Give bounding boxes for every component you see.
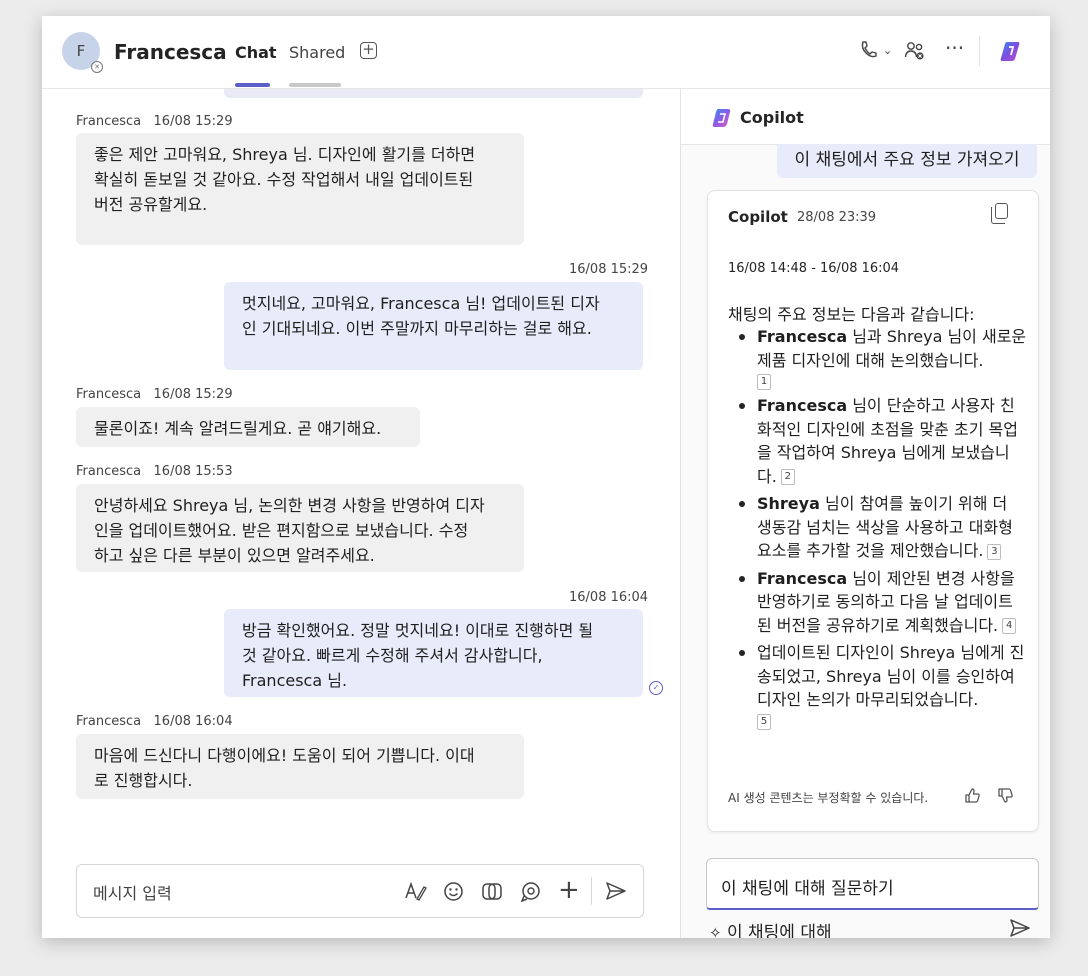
summary-point-text: 업데이트된 디자인이 Shreya 님에게 진송되었고, Shreya 님이 이… (757, 643, 1025, 709)
response-author: Copilot (728, 208, 788, 226)
summary-point-name: Francesca (757, 568, 848, 588)
ai-disclaimer: AI 생성 콘텐츠는 부정확할 수 있습니다. (728, 791, 929, 805)
message-bubble[interactable]: 마음에 드신다니 다행이에요! 도움이 되어 기쁩니다. 이대 로 진행합시다. (76, 734, 524, 799)
thumbs-down-icon[interactable] (997, 787, 1014, 804)
prompt-suggestion-label: 이 채팅에 대해 (726, 923, 832, 938)
tab-shared[interactable]: Shared (289, 43, 345, 62)
message-composer[interactable]: 메시지 입력 + (76, 864, 644, 918)
response-date-range: 16/08 14:48 - 16/08 16:04 (728, 261, 900, 276)
sticker-icon[interactable] (481, 881, 503, 902)
copilot-header: Copilot (681, 88, 1050, 145)
tab-chat-indicator (235, 83, 270, 87)
thumbs-up-icon[interactable] (964, 787, 981, 804)
copilot-ask-input[interactable]: 이 채팅에 대해 질문하기 (706, 858, 1039, 910)
message-time: 16/08 15:29 (153, 387, 233, 402)
more-options-icon[interactable]: ··· (945, 36, 964, 60)
copilot-response-card: Copilot 28/08 23:39 16/08 14:48 - 16/08 … (707, 190, 1039, 832)
message-bubble[interactable]: 멋지네요, 고마워요, Francesca 님! 업데이트된 디자 인 기대되네… (224, 282, 643, 370)
citation-marker[interactable]: 4 (1002, 618, 1017, 634)
chevron-down-icon[interactable]: ⌄ (883, 44, 892, 57)
sparkle-icon: ✧ (709, 924, 722, 938)
message-meta: Francesca 16/08 16:04 (76, 714, 233, 729)
sender-name: Francesca (76, 714, 142, 729)
header-divider (979, 36, 980, 66)
copilot-logo-icon (712, 109, 731, 127)
copy-icon[interactable] (991, 203, 1008, 224)
avatar[interactable]: F ✕ (62, 32, 103, 73)
attach-plus-icon[interactable]: + (558, 875, 580, 905)
add-tab-icon[interactable]: + (360, 42, 377, 59)
message-time: 16/08 15:53 (153, 464, 233, 479)
summary-point: Francesca 님과 Shreya 님이 새로운 제품 디자인에 대해 논의… (737, 325, 1027, 390)
summary-point: 업데이트된 디자인이 Shreya 님에게 진송되었고, Shreya 님이 이… (737, 641, 1027, 730)
summary-point: Francesca 님이 단순하고 사용자 친화적인 디자인에 초점을 맞춘 초… (737, 394, 1027, 488)
prompt-suggestion[interactable]: ✧ 이 채팅에 대해 (709, 918, 832, 938)
copilot-title: Copilot (740, 108, 804, 127)
summary-point: Francesca 님이 제안된 변경 사항을 반영하기로 동의하고 다음 날 … (737, 567, 1027, 638)
sender-name: Francesca (76, 387, 142, 402)
loop-icon[interactable] (520, 881, 541, 902)
message-meta: Francesca 16/08 15:29 (76, 387, 233, 402)
format-icon[interactable] (405, 881, 427, 901)
response-timestamp: 28/08 23:39 (797, 210, 877, 225)
copilot-icon[interactable] (998, 39, 1022, 63)
contact-name[interactable]: Francesca (114, 40, 227, 64)
previous-message (224, 88, 643, 98)
message-bubble[interactable]: 좋은 제안 고마워요, Shreya 님. 디자인에 활기를 더하면 확실히 돋… (76, 133, 524, 245)
message-bubble[interactable]: 안녕하세요 Shreya 님, 논의한 변경 사항을 반영하여 디자 인을 업데… (76, 484, 524, 572)
sender-name: Francesca (76, 114, 142, 129)
send-icon[interactable] (605, 881, 627, 901)
message-meta: Francesca 16/08 15:53 (76, 464, 233, 479)
message-bubble[interactable]: 방금 확인했어요. 정말 멋지네요! 이대로 진행하면 될 것 같아요. 빠르게… (224, 609, 643, 697)
citation-marker[interactable]: 2 (780, 469, 795, 485)
citation-marker[interactable]: 3 (987, 543, 1002, 560)
teams-window: F ✕ Francesca Chat Shared + ⌄ ··· France… (42, 16, 1050, 938)
read-receipt-icon: ✓ (649, 681, 663, 695)
sender-name: Francesca (76, 464, 142, 479)
avatar-initial: F (76, 42, 86, 60)
participants-icon[interactable] (904, 40, 926, 62)
copilot-user-query: 이 채팅에서 주요 정보 가져오기 (777, 144, 1037, 178)
summary-point-name: Shreya (757, 494, 820, 513)
chat-header: F ✕ Francesca Chat Shared + ⌄ ··· (42, 16, 1050, 89)
message-time: 16/08 15:29 (153, 114, 233, 129)
summary-point-name: Francesca (757, 327, 848, 346)
summary-point: Shreya 님이 참여를 높이기 위해 더 생동감 넘치는 색상을 사용하고 … (737, 492, 1027, 563)
copilot-ask-text[interactable]: 이 채팅에 대해 질문하기 (721, 874, 894, 899)
message-input[interactable]: 메시지 입력 (93, 880, 172, 904)
citation-marker[interactable]: 5 (757, 713, 771, 730)
response-intro: 채팅의 주요 정보는 다음과 같습니다: (728, 305, 975, 324)
message-time: 16/08 16:04 (153, 714, 233, 729)
copilot-send-icon[interactable] (1009, 918, 1031, 938)
emoji-icon[interactable] (443, 881, 464, 902)
call-icon[interactable] (859, 40, 877, 60)
summary-point-name: Francesca (757, 396, 848, 415)
response-summary-list: Francesca 님과 Shreya 님이 새로운 제품 디자인에 대해 논의… (737, 325, 1027, 730)
message-bubble[interactable]: 물론이죠! 계속 알려드릴게요. 곧 얘기해요. (76, 407, 420, 447)
message-meta: Francesca 16/08 15:29 (76, 114, 233, 129)
message-time: 16/08 15:29 (569, 262, 649, 277)
citation-marker[interactable]: 1 (757, 374, 771, 390)
composer-divider (591, 877, 592, 905)
status-icon: ✕ (91, 61, 103, 73)
copilot-pane: Copilot 이 채팅에서 주요 정보 가져오기 Copilot 28/08 … (681, 88, 1050, 938)
message-time: 16/08 16:04 (569, 590, 649, 605)
tab-shared-indicator (289, 83, 341, 87)
tab-chat[interactable]: Chat (235, 43, 277, 62)
